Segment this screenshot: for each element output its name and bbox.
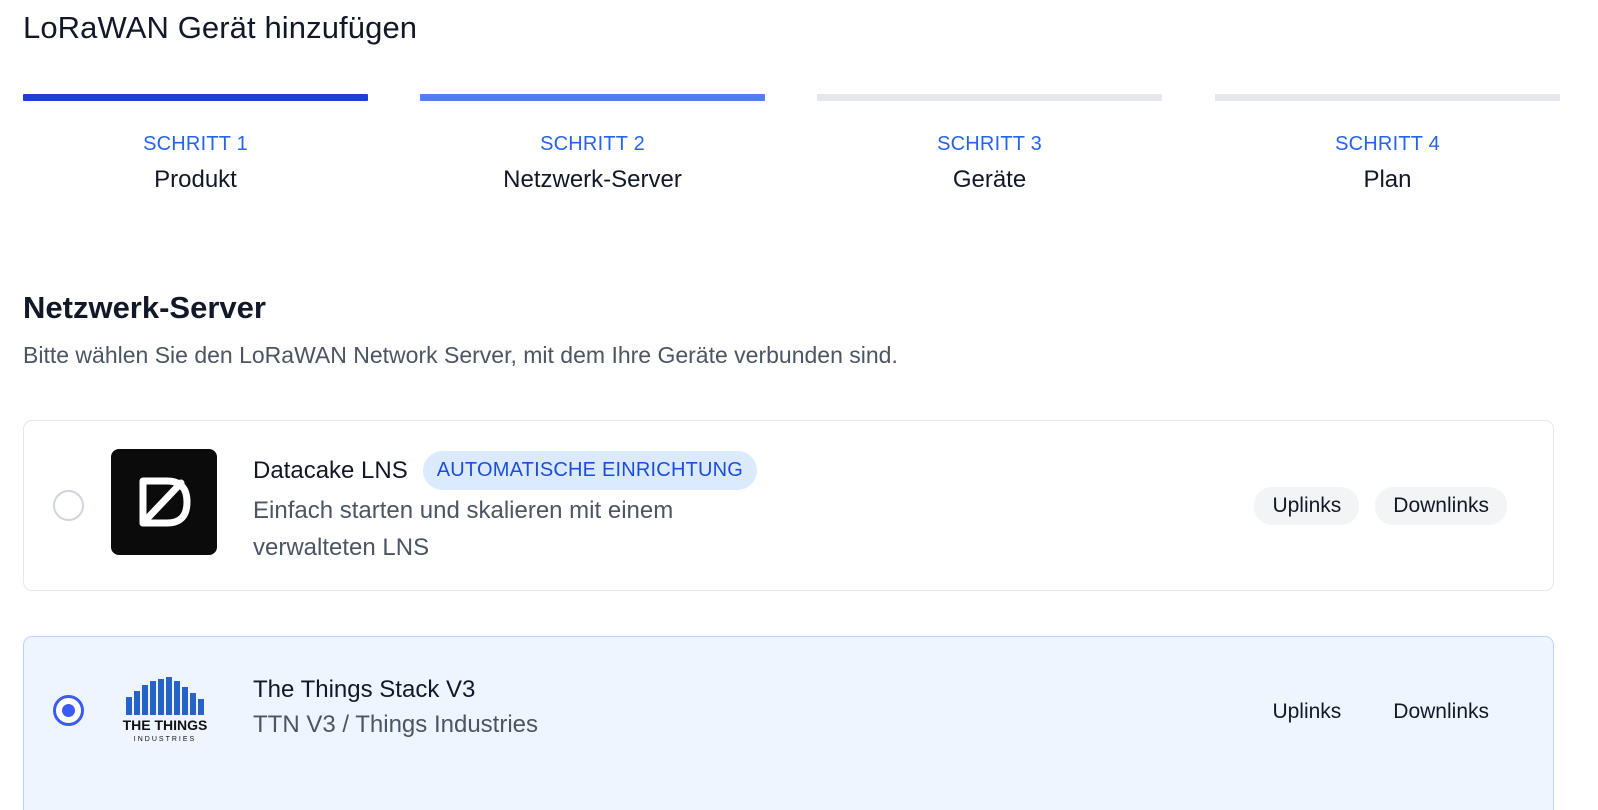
capability-tags: Uplinks Downlinks — [1254, 487, 1507, 525]
server-name: Datacake LNS — [253, 456, 408, 484]
step-3-progress-bar — [817, 94, 1162, 101]
logo-text-line2: INDUSTRIES — [134, 736, 196, 743]
server-option-the-things-stack[interactable]: THE THINGS INDUSTRIES The Things Stack V… — [23, 636, 1554, 810]
step-2-label: Netzwerk-Server — [503, 166, 682, 193]
step-1-label: Produkt — [154, 166, 237, 193]
tag-downlinks: Downlinks — [1375, 693, 1507, 731]
the-things-industries-logo-icon: THE THINGS INDUSTRIES — [111, 667, 217, 773]
auto-setup-badge: AUTOMATISCHE EINRICHTUNG — [422, 451, 758, 490]
server-name: The Things Stack V3 — [253, 676, 476, 703]
section-description: Bitte wählen Sie den LoRaWAN Network Ser… — [23, 342, 898, 368]
step-4-number: SCHRITT 4 — [1335, 133, 1440, 155]
tag-downlinks: Downlinks — [1375, 487, 1507, 525]
capability-tags: Uplinks Downlinks — [1254, 693, 1507, 731]
stepper: SCHRITT 1 Produkt SCHRITT 2 Netzwerk-Ser… — [23, 94, 1577, 204]
radio-the-things-stack[interactable] — [53, 695, 84, 726]
step-2[interactable]: SCHRITT 2 Netzwerk-Server — [420, 94, 765, 204]
page-title: LoRaWAN Gerät hinzufügen — [23, 10, 418, 45]
step-2-progress-bar — [420, 94, 765, 101]
step-2-number: SCHRITT 2 — [540, 133, 645, 155]
step-1-number: SCHRITT 1 — [143, 133, 248, 155]
section-title: Netzwerk-Server — [23, 290, 266, 325]
step-3-number: SCHRITT 3 — [937, 133, 1042, 155]
logo-text-line1: THE THINGS — [123, 717, 208, 733]
server-info-the-things-stack: The Things Stack V3 TTN V3 / Things Indu… — [253, 676, 753, 743]
step-4-label: Plan — [1363, 166, 1412, 193]
tag-uplinks: Uplinks — [1254, 487, 1360, 525]
tag-uplinks: Uplinks — [1254, 693, 1360, 731]
step-4-progress-bar — [1215, 94, 1560, 101]
step-1-progress-bar — [23, 94, 368, 101]
step-1[interactable]: SCHRITT 1 Produkt — [23, 94, 368, 204]
server-option-datacake[interactable]: Datacake LNS AUTOMATISCHE EINRICHTUNG Ei… — [23, 420, 1554, 591]
step-3-label: Geräte — [952, 166, 1027, 193]
server-info-datacake: Datacake LNS AUTOMATISCHE EINRICHTUNG Ei… — [253, 451, 758, 566]
server-description: TTN V3 / Things Industries — [253, 711, 538, 738]
radio-datacake[interactable] — [53, 490, 84, 521]
server-description: Einfach starten und skalieren mit einem … — [253, 497, 674, 561]
step-3[interactable]: SCHRITT 3 Geräte — [817, 94, 1162, 204]
datacake-logo-icon — [111, 449, 217, 555]
step-4[interactable]: SCHRITT 4 Plan — [1215, 94, 1560, 204]
